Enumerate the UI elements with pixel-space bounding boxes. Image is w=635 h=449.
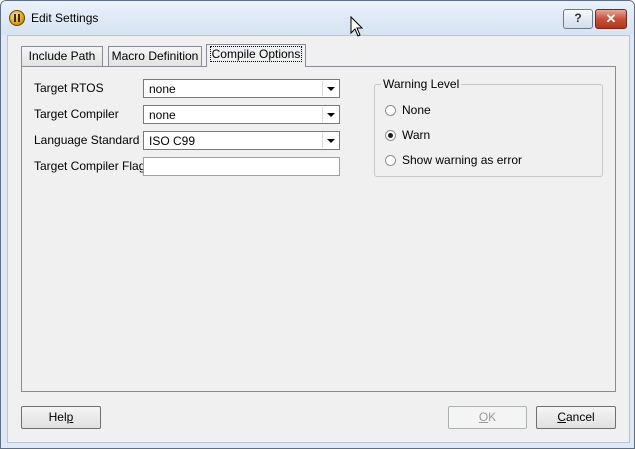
tab-label: Compile Options [209, 46, 303, 62]
tab-label: Include Path [28, 49, 96, 63]
mouse-cursor-icon [350, 15, 364, 37]
tab-compile-options[interactable]: Compile Options [206, 44, 306, 67]
chevron-down-icon[interactable] [322, 107, 338, 122]
help-title-button[interactable]: ? [563, 9, 593, 29]
chevron-down-icon[interactable] [322, 81, 338, 96]
target-compiler-label: Target Compiler [34, 107, 119, 121]
target-compiler-flags-label: Target Compiler Flags [34, 159, 152, 173]
language-standard-value: ISO C99 [149, 134, 196, 148]
help-label-pre: Hel [48, 410, 67, 424]
ok-label-mnemonic: O [478, 410, 489, 424]
radio-button[interactable] [385, 105, 396, 116]
edit-settings-dialog: Edit Settings ? ✕ Include Path Macro Def… [0, 0, 635, 449]
target-compiler-value: none [149, 108, 176, 122]
tab-label: Macro Definition [111, 49, 199, 63]
cancel-label-mnemonic: C [557, 410, 566, 424]
language-standard-select[interactable]: ISO C99 [143, 131, 340, 150]
dialog-body: Include Path Macro Definition Compile Op… [7, 35, 630, 443]
radio-label: Warn [402, 128, 431, 142]
app-logo-icon [9, 10, 25, 26]
compile-options-panel: Target RTOS none Target Compiler none La… [21, 66, 616, 392]
close-button[interactable]: ✕ [595, 9, 627, 29]
target-compiler-flags-input[interactable] [143, 157, 340, 176]
help-label-mnemonic: p [66, 410, 74, 424]
radio-button[interactable] [385, 155, 396, 166]
chevron-down-icon[interactable] [322, 133, 338, 148]
cancel-button[interactable]: Cancel [536, 406, 616, 429]
title-bar[interactable]: Edit Settings ? ✕ [1, 1, 634, 35]
target-rtos-value: none [149, 82, 176, 96]
language-standard-label: Language Standard [34, 133, 140, 147]
window-title: Edit Settings [31, 11, 99, 25]
radio-label: Show warning as error [402, 153, 523, 167]
ok-button[interactable]: OK [448, 406, 527, 429]
help-button[interactable]: Help [21, 406, 101, 429]
radio-label: None [402, 103, 431, 117]
ok-label-post: K [488, 410, 497, 424]
cancel-label-post: ancel [565, 410, 595, 424]
target-compiler-select[interactable]: none [143, 105, 340, 124]
warning-level-group: Warning Level None Warn Show warning as … [374, 77, 603, 177]
target-rtos-label: Target RTOS [34, 81, 104, 95]
radio-button[interactable] [385, 130, 396, 141]
target-rtos-select[interactable]: none [143, 79, 340, 98]
tab-macro-definition[interactable]: Macro Definition [108, 46, 202, 66]
tab-include-path[interactable]: Include Path [21, 46, 103, 66]
warning-level-title: Warning Level [381, 77, 462, 91]
